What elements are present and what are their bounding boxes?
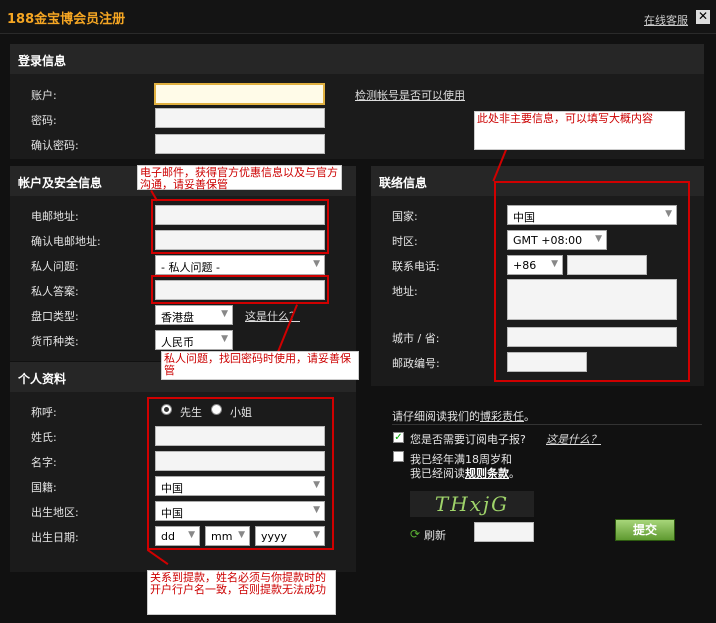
- refresh-icon[interactable]: ⟳: [410, 527, 420, 541]
- responsible-suffix: 。: [524, 410, 535, 423]
- birthplace-label: 出生地区:: [31, 506, 79, 519]
- age-checkbox[interactable]: [393, 451, 404, 462]
- phone-label: 联系电话:: [392, 260, 440, 273]
- email-highlight-box: [151, 199, 329, 254]
- contact-annotation: 此处非主要信息，可以填写大概内容: [474, 111, 685, 150]
- login-heading: 登录信息: [10, 44, 704, 74]
- answer-label: 私人答案:: [31, 285, 79, 298]
- age-line2: 我已经阅读规则条款。: [410, 465, 520, 481]
- currency-select[interactable]: 人民币 ▼: [155, 330, 233, 350]
- currency-select-value: 人民币: [161, 336, 194, 349]
- responsible-text: 请仔细阅读我们的博彩责任。: [392, 408, 535, 424]
- contact-highlight-box: [494, 181, 690, 382]
- email-label: 电邮地址:: [31, 210, 79, 223]
- check-account-link[interactable]: 检测帐号是否可以使用: [355, 87, 465, 103]
- answer-highlight-box: [151, 275, 329, 304]
- chevron-down-icon: ▼: [221, 334, 228, 344]
- city-label: 城市 / 省:: [392, 332, 440, 345]
- password-label: 密码:: [31, 114, 57, 127]
- question-annotation: 私人问题，找回密码时使用，请妥善保管: [161, 351, 359, 380]
- timezone-label: 时区:: [392, 235, 418, 248]
- address-label: 地址:: [392, 285, 418, 298]
- submit-button[interactable]: 提交: [615, 519, 675, 541]
- surname-label: 姓氏:: [31, 431, 57, 444]
- odds-label: 盘口类型:: [31, 310, 79, 323]
- newsletter-checkbox[interactable]: ✓: [393, 432, 404, 443]
- odds-select-value: 香港盘: [161, 311, 194, 324]
- age-line2-suffix: 。: [509, 467, 520, 480]
- name-label: 名字:: [31, 456, 57, 469]
- responsible-gaming-link[interactable]: 博彩责任: [480, 410, 524, 423]
- customer-service-link[interactable]: 在线客服: [644, 12, 688, 28]
- chevron-down-icon: ▼: [313, 259, 320, 269]
- name-annotation: 关系到提款，姓名必须与你提款时的开户行户名一致，否则提款无法成功: [147, 570, 336, 615]
- account-label: 账户:: [31, 89, 57, 102]
- email-annotation: 电子邮件，获得官方优惠信息以及与官方沟通，请妥善保管: [137, 165, 342, 191]
- confirm-password-label: 确认密码:: [31, 139, 79, 152]
- newsletter-label: 您是否需要订阅电子报?: [410, 433, 526, 446]
- question-label: 私人问题:: [31, 260, 79, 273]
- window-title: 188金宝博会员注册: [7, 12, 126, 27]
- responsible-prefix: 请仔细阅读我们的: [392, 410, 480, 423]
- odds-select[interactable]: 香港盘 ▼: [155, 305, 233, 325]
- zip-label: 邮政编号:: [392, 357, 440, 370]
- rules-link[interactable]: 规则条款: [465, 467, 509, 480]
- question-select-value: - 私人问题 -: [161, 261, 220, 274]
- password-input[interactable]: [155, 108, 325, 128]
- terms-divider: [392, 424, 702, 425]
- nationality-label: 国籍:: [31, 481, 57, 494]
- captcha-input[interactable]: [474, 522, 534, 542]
- salutation-label: 称呼:: [31, 406, 57, 419]
- confirm-password-input[interactable]: [155, 134, 325, 154]
- account-input[interactable]: [154, 83, 325, 105]
- country-label: 国家:: [392, 210, 418, 223]
- confirm-email-label: 确认电邮地址:: [31, 235, 101, 248]
- dob-label: 出生日期:: [31, 531, 79, 544]
- age-line2-prefix: 我已经阅读: [410, 467, 465, 480]
- captcha-image: THxjG: [410, 491, 534, 517]
- newsletter-help-link[interactable]: 这是什么？: [546, 431, 601, 447]
- chevron-down-icon: ▼: [221, 309, 228, 319]
- name-highlight-box: [147, 397, 334, 550]
- close-icon[interactable]: ✕: [696, 10, 710, 24]
- question-select[interactable]: - 私人问题 - ▼: [155, 255, 325, 275]
- currency-label: 货币种类:: [31, 335, 79, 348]
- refresh-link[interactable]: 刷新: [424, 527, 446, 543]
